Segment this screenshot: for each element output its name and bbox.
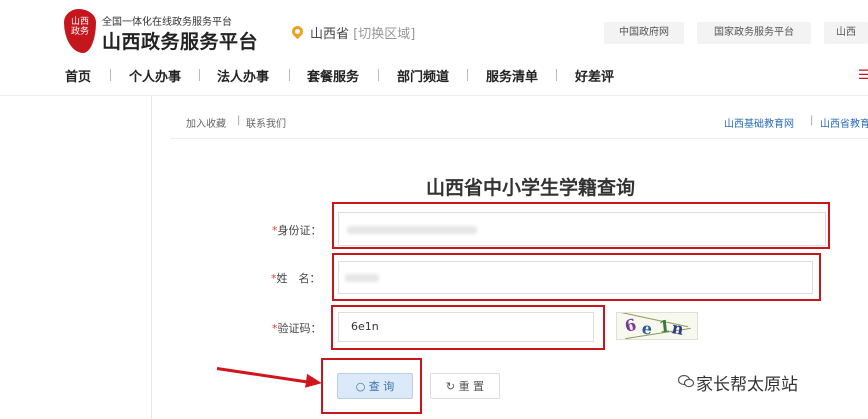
logo-subtitle: 全国一体化在线政务服务平台 <box>102 17 232 28</box>
nav-divider <box>199 69 200 81</box>
annotation-arrow-head <box>305 373 323 391</box>
top-link-national-platform[interactable]: 国家政务服务平台 <box>697 22 811 44</box>
link-basic-education[interactable]: 山西基础教育网 <box>724 115 794 130</box>
captcha-label: *验证码： <box>272 320 322 336</box>
label-colon: ： <box>310 322 322 335</box>
panel-border <box>151 96 152 419</box>
top-link-shanxi[interactable]: 山西 <box>824 22 868 44</box>
page-title: 山西省中小学生学籍查询 <box>426 177 636 199</box>
highlight-box <box>331 305 605 350</box>
captcha-char: e <box>640 318 654 339</box>
name-label: *姓 名： <box>271 270 321 286</box>
name-label-text: 姓 名 <box>276 272 310 285</box>
label-colon: ： <box>309 272 321 285</box>
annotation-arrow <box>216 367 317 385</box>
id-label-text: 身份证 <box>277 224 311 237</box>
captcha-label-text: 验证码 <box>277 322 311 335</box>
nav-divider <box>378 69 379 81</box>
reset-button-label: 重 置 <box>458 380 485 393</box>
nav-divider <box>289 69 290 81</box>
location-current: 山西省 <box>310 27 350 42</box>
watermark-text: 家长帮太原站 <box>696 375 798 395</box>
contact-link[interactable]: 联系我们 <box>246 115 286 130</box>
nav-item-departments[interactable]: 部门频道 <box>397 66 449 85</box>
bookmark-link[interactable]: 加入收藏 <box>186 115 226 130</box>
nav-item-home[interactable]: 首页 <box>65 66 91 85</box>
highlight-box <box>332 253 821 301</box>
link-shanxi-education[interactable]: 山西省教育 <box>820 115 868 130</box>
nav-item-service-list[interactable]: 服务清单 <box>486 66 538 85</box>
logo-icon[interactable]: 山西政务 <box>64 9 96 53</box>
location-switch-link[interactable]: [切换区域] <box>353 27 415 42</box>
nav-divider-line <box>0 95 868 96</box>
refresh-icon: ↻ <box>445 380 456 393</box>
utility-divider <box>170 138 868 139</box>
nav-divider <box>110 69 111 81</box>
logo-title[interactable]: 山西政务服务平台 <box>102 27 258 54</box>
util-separator: | <box>810 115 814 126</box>
logo-seal-text: 山西政务 <box>70 17 89 37</box>
highlight-box <box>321 358 422 414</box>
wechat-icon <box>678 374 694 388</box>
label-colon: ： <box>310 224 322 237</box>
captcha-char: 1 <box>658 316 672 337</box>
nav-item-corporate[interactable]: 法人办事 <box>217 66 269 85</box>
util-separator: | <box>237 115 241 126</box>
captcha-char: 6 <box>622 314 639 337</box>
top-link-gov[interactable]: 中国政府网 <box>604 22 684 44</box>
captcha-image[interactable]: 6 e 1 n <box>616 312 698 340</box>
nav-item-rating[interactable]: 好差评 <box>575 66 614 85</box>
nav-divider <box>556 69 557 81</box>
highlight-box <box>332 202 830 249</box>
location-selector[interactable]: 山西省 [切换区域] <box>310 23 415 42</box>
list-icon[interactable]: ☰ <box>858 68 868 83</box>
map-pin-icon <box>289 23 306 40</box>
nav-divider <box>467 69 468 81</box>
captcha-char: n <box>670 318 686 339</box>
nav-item-package[interactable]: 套餐服务 <box>307 66 359 85</box>
reset-button[interactable]: ↻ 重 置 <box>430 373 500 399</box>
nav-item-personal[interactable]: 个人办事 <box>129 66 181 85</box>
id-label: *身份证： <box>272 222 322 238</box>
